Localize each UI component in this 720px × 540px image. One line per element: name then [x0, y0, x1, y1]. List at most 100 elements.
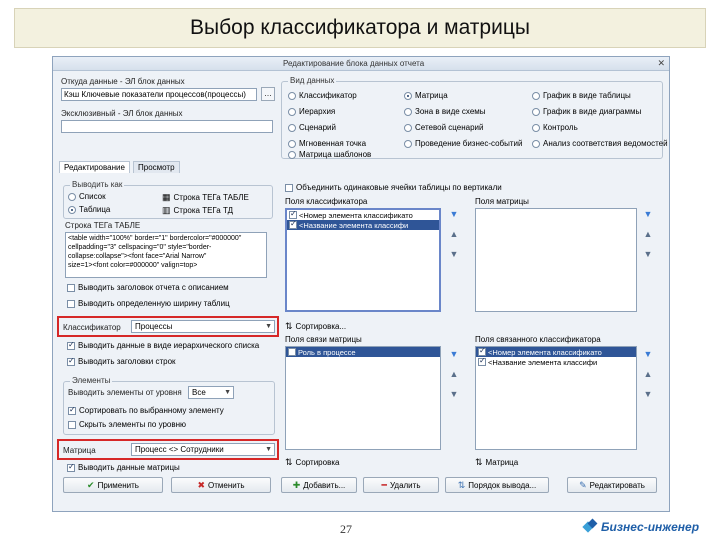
- check-matrix-data[interactable]: Выводить данные матрицы: [67, 462, 180, 472]
- sort-classifier[interactable]: ⇅ Сортировка...: [285, 321, 346, 332]
- radio-dot: [404, 123, 412, 132]
- arrow-up-icon[interactable]: ▲: [449, 229, 459, 239]
- elements-group: Элементы Выводить элементы от уровня Все…: [63, 376, 275, 435]
- table-cell-icon: ▥: [162, 205, 171, 215]
- radio-zone-scheme[interactable]: Зона в виде схемы: [404, 107, 486, 116]
- format-table-tag[interactable]: ▦ Строка ТЕГа ТАБЛЕ: [162, 192, 249, 203]
- code-line: collapse:collapse"><font face="Arial Nar…: [68, 253, 207, 260]
- key-field[interactable]: [61, 120, 273, 133]
- sort-icon: ⇅: [285, 457, 293, 467]
- checkbox: [288, 348, 296, 356]
- sort-link[interactable]: ⇅ Сортировка: [285, 457, 339, 468]
- checkbox: [67, 299, 75, 308]
- format-td-tag[interactable]: ▥ Строка ТЕГа ТД: [162, 205, 233, 216]
- radio-dot: [68, 192, 76, 201]
- radio-network-scenario[interactable]: Сетевой сценарий: [404, 123, 483, 132]
- tab-edit[interactable]: Редактирование: [59, 161, 130, 173]
- edit-button[interactable]: ✎ Редактировать: [567, 477, 657, 493]
- radio-dot: [288, 107, 296, 116]
- radio-list[interactable]: Список: [68, 192, 106, 201]
- delete-button[interactable]: ━ Удалить: [363, 477, 439, 493]
- close-icon[interactable]: ✕: [657, 58, 665, 69]
- arrow-down-icon[interactable]: ▼: [643, 389, 653, 399]
- level-value: Все: [192, 388, 206, 397]
- radio-table[interactable]: Таблица: [68, 205, 110, 214]
- linked-classifier-list[interactable]: <Номер элемента классификато <Название э…: [475, 346, 637, 450]
- arrow-up-icon[interactable]: ▲: [449, 369, 459, 379]
- view-type-group: Вид данных Классификатор Матрица График …: [281, 76, 668, 159]
- radio-dot: [68, 205, 76, 214]
- radio-hierarchy[interactable]: Иерархия: [288, 107, 335, 116]
- arrow-down-icon[interactable]: ▼: [449, 389, 459, 399]
- radio-matrix[interactable]: Матрица: [404, 91, 448, 100]
- matrix-fields-header: Поля матрицы: [475, 197, 529, 206]
- radio-classifier[interactable]: Классификатор: [288, 91, 357, 100]
- radio-control[interactable]: Контроль: [532, 123, 578, 132]
- check-hierarchy[interactable]: Выводить данные в виде иерархического сп…: [67, 340, 259, 350]
- level-select[interactable]: Все ▼: [188, 386, 234, 399]
- filter-icon[interactable]: ▼: [449, 209, 459, 219]
- source-label: Откуда данные - ЭЛ блок данных: [61, 77, 185, 86]
- radio-instant-point[interactable]: Мгновенная точка: [288, 139, 366, 148]
- radio-scenario[interactable]: Сценарий: [288, 123, 336, 132]
- tab-preview[interactable]: Просмотр: [133, 161, 180, 173]
- list-item[interactable]: <Название элемента классифи: [287, 220, 439, 230]
- arrow-up-icon[interactable]: ▲: [643, 369, 653, 379]
- matrix-highlight: [57, 439, 279, 460]
- source-field[interactable]: Кэш Ключевые показатели процессов(процес…: [61, 88, 257, 101]
- order-button[interactable]: ⇅ Порядок вывода...: [445, 477, 549, 493]
- window-title: Редактирование блока данных отчета: [283, 59, 425, 68]
- arrow-down-icon[interactable]: ▼: [449, 249, 459, 259]
- format-line: Строка ТЕГа ТАБЛЕ: [65, 221, 141, 230]
- radio-template-matrix[interactable]: Матрица шаблонов: [288, 150, 371, 159]
- add-button[interactable]: ✚ Добавить...: [281, 477, 357, 493]
- key-label: Эксклюзивный - ЭЛ блок данных: [61, 109, 183, 118]
- check-report-header[interactable]: Выводить заголовок отчета с описанием: [67, 283, 229, 292]
- filter-icon[interactable]: ▼: [643, 209, 653, 219]
- checkbox: [478, 357, 486, 366]
- browse-button[interactable]: …: [261, 87, 275, 101]
- window-titlebar: Редактирование блока данных отчета ✕: [53, 57, 669, 71]
- radio-dot: [288, 123, 296, 132]
- check-table-width[interactable]: Выводить определенную ширину таблиц: [67, 299, 230, 308]
- page-number: 27: [340, 522, 352, 536]
- radio-business-events[interactable]: Проведение бизнес-событий: [404, 139, 522, 148]
- slide-title: Выбор классификатора и матрицы: [14, 8, 706, 48]
- cross-icon: ✖: [197, 479, 205, 490]
- arrow-up-icon[interactable]: ▲: [643, 229, 653, 239]
- filter-icon[interactable]: ▼: [643, 349, 653, 359]
- list-item[interactable]: <Номер элемента классификато: [476, 347, 636, 357]
- radio-graph-diagram[interactable]: График в виде диаграммы: [532, 107, 641, 116]
- radio-dot: [288, 150, 296, 159]
- check-hide-by-level[interactable]: Скрыть элементы по уровню: [68, 420, 186, 429]
- check-merge-cells[interactable]: Объединить одинаковые ячейки таблицы по …: [285, 183, 502, 192]
- link-fields-list[interactable]: Роль в процессе: [285, 346, 441, 450]
- check-sort-selected[interactable]: Сортировать по выбранному элементу: [68, 405, 224, 415]
- filter-icon[interactable]: ▼: [449, 349, 459, 359]
- minus-icon: ━: [381, 479, 387, 490]
- checkbox: [67, 340, 75, 350]
- sort-matrix[interactable]: ⇅ Матрица: [475, 457, 518, 468]
- matrix-fields-list[interactable]: [475, 208, 637, 312]
- radio-statement-analysis[interactable]: Анализ соответствия ведомостей: [532, 139, 668, 148]
- html-code-area[interactable]: <table width="100%" border="1" bordercol…: [65, 232, 267, 278]
- check-row-headers[interactable]: Выводить заголовки строк: [67, 356, 176, 366]
- elements-caption: Элементы: [70, 376, 113, 385]
- order-icon: ⇅: [457, 479, 466, 490]
- classifier-fields-list[interactable]: <Номер элемента классификато <Название э…: [285, 208, 441, 312]
- checkbox: [289, 210, 297, 219]
- arrow-down-icon[interactable]: ▼: [643, 249, 653, 259]
- list-item[interactable]: <Номер элемента классификато: [287, 210, 439, 220]
- list-item[interactable]: Роль в процессе: [286, 347, 440, 357]
- radio-dot: [404, 139, 412, 148]
- apply-button[interactable]: ✔ Применить: [63, 477, 163, 493]
- link-fields-header: Поля связи матрицы: [285, 335, 362, 344]
- radio-dot: [404, 91, 412, 100]
- linked-classifier-header: Поля связанного классификатора: [475, 335, 601, 344]
- cancel-button[interactable]: ✖ Отменить: [171, 477, 271, 493]
- sort-icon: ⇅: [475, 457, 483, 467]
- list-item[interactable]: <Название элемента классифи: [476, 357, 636, 367]
- report-block-dialog: Редактирование блока данных отчета ✕ Отк…: [52, 56, 670, 512]
- show-from-level-label: Выводить элементы от уровня: [68, 388, 182, 397]
- radio-graph-table[interactable]: График в виде таблицы: [532, 91, 631, 100]
